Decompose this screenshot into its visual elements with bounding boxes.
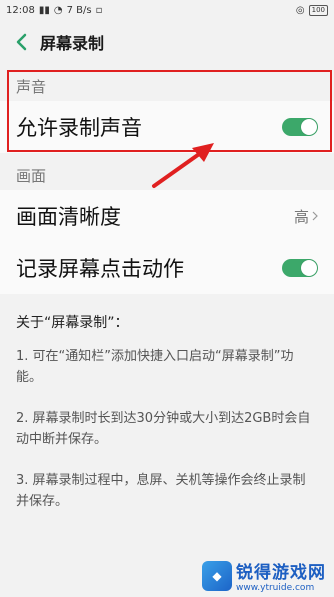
toggle-knob: [301, 260, 317, 276]
clarity-value-container: 高: [294, 206, 318, 227]
section-label-picture: 画面: [16, 167, 47, 185]
info-section: 关于“屏幕录制”： 1. 可在“通知栏”添加快捷入口启动“屏幕录制”功能。 2.…: [0, 294, 334, 550]
chevron-left-icon: [16, 33, 27, 51]
clarity-label: 画面清晰度: [16, 205, 121, 229]
site-watermark: ◆ 锐得游戏网 www.ytruide.com: [202, 558, 326, 593]
status-left: 12:08 ▮▮ ◔ 7 B/s ▫: [6, 5, 102, 16]
chevron-right-icon: [312, 211, 318, 221]
clarity-row[interactable]: 画面清晰度 高: [0, 190, 334, 242]
page-title: 屏幕录制: [40, 34, 105, 53]
info-item: 2. 屏幕录制时长到达30分钟或大小到达2GB时会自动中断并保存。: [16, 411, 311, 447]
info-title: 关于“屏幕录制”：: [16, 315, 129, 331]
title-bar: 屏幕录制: [0, 20, 334, 64]
watermark-name: 锐得游戏网: [236, 563, 326, 583]
battery-icon: 100: [308, 4, 328, 16]
record-taps-row[interactable]: 记录屏幕点击动作: [0, 242, 334, 294]
back-button[interactable]: [10, 31, 32, 53]
watermark-text: 锐得游戏网 www.ytruide.com: [236, 558, 326, 593]
vibrate-icon: ◎: [295, 4, 305, 16]
watermark-logo-icon: ◆: [202, 560, 232, 591]
info-item: 3. 屏幕录制过程中，息屏、关机等操作会终止录制并保存。: [16, 473, 306, 509]
clarity-value: 高: [293, 207, 309, 226]
info-item: 1. 可在“通知栏”添加快捷入口启动“屏幕录制”功能。: [16, 349, 294, 385]
toggle-knob: [301, 119, 317, 135]
signal-icon: ▮▮: [38, 4, 50, 16]
section-label-sound: 声音: [16, 78, 47, 96]
network-speed: 7 B/s: [66, 4, 92, 16]
allow-record-audio-toggle[interactable]: [282, 118, 318, 136]
record-taps-label: 记录屏幕点击动作: [16, 257, 184, 281]
status-right: ◎ 100: [295, 4, 328, 16]
notification-icon: ▫: [95, 4, 103, 16]
status-bar: 12:08 ▮▮ ◔ 7 B/s ▫ ◎ 100: [0, 0, 334, 20]
watermark-url: www.ytruide.com: [236, 583, 315, 593]
record-taps-toggle[interactable]: [282, 259, 318, 277]
wifi-icon: ◔: [53, 4, 63, 16]
allow-record-audio-row[interactable]: 允许录制声音: [0, 101, 334, 153]
status-time: 12:08: [6, 4, 35, 16]
allow-record-audio-label: 允许录制声音: [16, 116, 142, 140]
